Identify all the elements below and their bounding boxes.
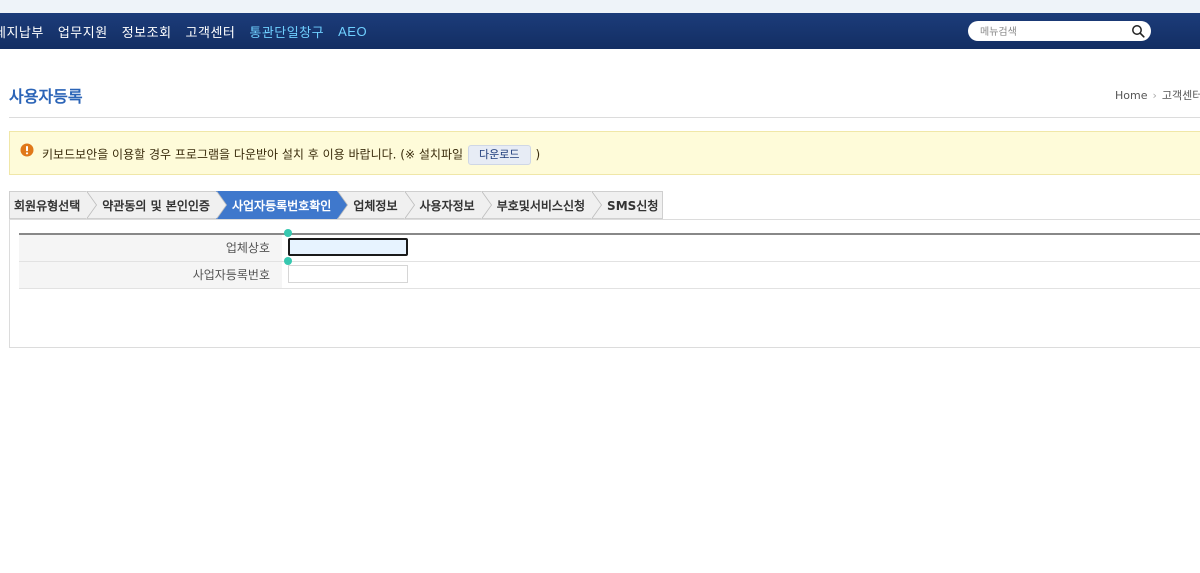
focus-marker-dot (284, 257, 292, 265)
focus-marker-dot (284, 229, 292, 237)
page-title: 사용자등록 (9, 87, 83, 106)
chevron-right-icon: › (1152, 89, 1157, 102)
nav-item-info-lookup[interactable]: 정보조회 (122, 22, 172, 41)
registration-steps: 회원유형선택 약관동의 및 본인인증 사업자등록번호확인 업체정보 사용자정보 … (9, 191, 664, 219)
form-row-company-name: 업체상호 (19, 235, 1200, 262)
breadcrumb-home[interactable]: Home (1115, 89, 1147, 102)
notice-message: 키보드보안을 이용할 경우 프로그램을 다운받아 설치 후 이용 바랍니다. (… (42, 145, 540, 165)
nav-item-customer-center[interactable]: 고객센터 (186, 22, 236, 41)
keyboard-security-notice: 키보드보안을 이용할 경우 프로그램을 다운받아 설치 후 이용 바랍니다. (… (9, 131, 1200, 175)
title-divider (9, 117, 1200, 118)
nav-item-single-window[interactable]: 통관단일창구 (249, 22, 324, 41)
menu-search-input[interactable] (978, 22, 1122, 42)
breadcrumb-customer-center[interactable]: 고객센터 (1162, 89, 1200, 102)
step-code-service-request[interactable]: 부호및서비스신청 (480, 191, 603, 219)
step-user-info[interactable]: 사용자정보 (403, 191, 492, 219)
notice-text-close: ) (535, 147, 541, 162)
main-navigation-bar: 세지납부 업무지원 정보조회 고객센터 통관단일창구 AEO (0, 13, 1200, 49)
form-panel: 업체상호 사업자등록번호 (9, 219, 1200, 348)
business-check-form: 업체상호 사업자등록번호 (19, 229, 1200, 289)
notice-text: 키보드보안을 이용할 경우 프로그램을 다운받아 설치 후 이용 바랍니다. (… (42, 147, 464, 162)
business-number-input[interactable] (288, 265, 408, 283)
nav-item-aeo[interactable]: AEO (338, 24, 367, 39)
search-icon[interactable] (1131, 24, 1145, 38)
top-strip (0, 0, 1200, 14)
company-name-input[interactable] (288, 238, 408, 256)
step-member-type[interactable]: 회원유형선택 (9, 191, 98, 219)
exclamation-icon (20, 143, 34, 157)
menu-search-box (968, 21, 1151, 42)
breadcrumb: Home › 고객센터 (1115, 87, 1200, 103)
company-name-label: 업체상호 (19, 235, 282, 261)
step-terms-verification[interactable]: 약관동의 및 본인인증 (86, 191, 227, 219)
form-row-business-number: 사업자등록번호 (19, 262, 1200, 289)
download-button[interactable]: 다운로드 (468, 145, 531, 165)
step-business-number-check[interactable]: 사업자등록번호확인 (215, 191, 349, 219)
nav-item-work-support[interactable]: 업무지원 (58, 22, 108, 41)
nav-item-tax-payment[interactable]: 세지납부 (0, 22, 44, 41)
nav-menu: 세지납부 업무지원 정보조회 고객센터 통관단일창구 AEO (0, 13, 381, 49)
business-number-label: 사업자등록번호 (19, 262, 282, 288)
